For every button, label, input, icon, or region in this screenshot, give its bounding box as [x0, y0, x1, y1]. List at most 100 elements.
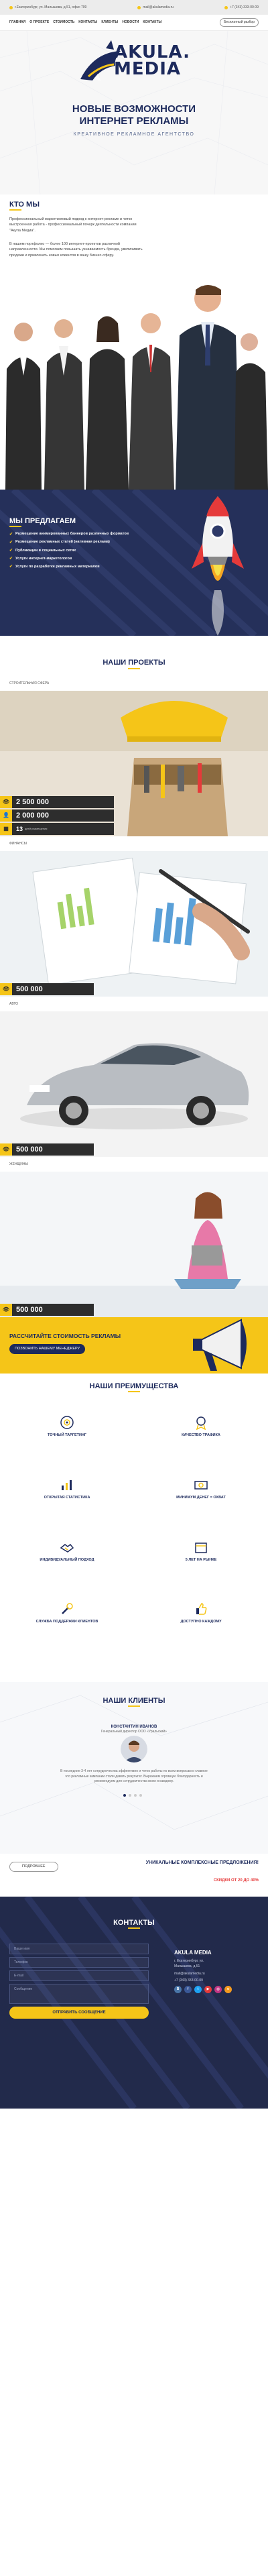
project-4-label: Женщины: [9, 1162, 28, 1166]
vk-icon[interactable]: B: [174, 1986, 182, 1993]
offer-item-text: Размещение анимированных баннеров различ…: [15, 532, 129, 537]
project-2-image: [0, 851, 268, 997]
advantage-label: Служба поддержки клиентов: [36, 1620, 98, 1624]
message-field[interactable]: Сообщение: [9, 1984, 149, 2004]
about-paragraph-2: В нашем портфолио — более 100 интернет-п…: [9, 242, 143, 258]
topbar-phone[interactable]: +7 (343) 333-00-09: [224, 5, 259, 10]
project-2-stats: 👁 500 000: [0, 983, 94, 997]
odnoklassniki-icon[interactable]: o: [224, 1986, 232, 1993]
clients-title: НАШИ КЛИЕНТЫ: [103, 1697, 165, 1705]
topbar-phone-text[interactable]: +7 (343) 333-00-09: [230, 5, 259, 10]
carousel-dot[interactable]: [139, 1794, 142, 1797]
cta-call-button[interactable]: Позвонить нашему Менеджеру: [9, 1344, 86, 1355]
clients-title-underline: [128, 1705, 140, 1707]
check-icon: ✔: [9, 557, 13, 561]
stat-views-value: 2 500 000: [16, 797, 49, 806]
stat-views: 👁 500 000: [0, 1143, 94, 1156]
offer-item: ✔ Услуги интернет-маркетологов: [9, 556, 129, 561]
location-icon: [9, 5, 13, 9]
check-icon: ✔: [9, 549, 13, 553]
hero-title-line-2: ИНТЕРНЕТ РЕКЛАМЫ: [79, 115, 189, 127]
calendar-icon: [195, 1543, 207, 1553]
advantage-item: Минимум денег = охват: [147, 1477, 255, 1500]
stat-views: 👁 500 000: [0, 1304, 94, 1316]
contact-phone[interactable]: +7 (343) 333-00-09: [174, 1978, 203, 1983]
nav-item-price[interactable]: Стоимость: [53, 20, 74, 25]
project-1-card[interactable]: 👁 2 500 000 👤 2 000 000 ▦ 13 дней размещения: [0, 691, 268, 836]
topbar-email-text[interactable]: mail@akulamedia.ru: [143, 5, 174, 10]
about-paragraph-1: Профессиональный маркетинговый подход к …: [9, 217, 137, 233]
clients-section: НАШИ КЛИЕНТЫ Константин Иванов Генеральн…: [0, 1682, 268, 1897]
main-nav: Главная О проекте Стоимость Контакты Кли…: [0, 15, 268, 31]
twitter-icon[interactable]: t: [194, 1986, 202, 1993]
topbar-email[interactable]: mail@akulamedia.ru: [137, 5, 174, 10]
project-2-card[interactable]: 👁 500 000: [0, 851, 268, 997]
logo-line-1: AKULA.: [114, 42, 190, 62]
eye-icon: 👁: [0, 983, 12, 995]
carousel-dot[interactable]: [129, 1794, 131, 1797]
promo-title: Уникальные комплексные предложения!: [145, 1860, 259, 1865]
client-testimonial: В последние 3-4 лет сотрудничества эффек…: [60, 1769, 208, 1783]
nav-item-home[interactable]: Главная: [9, 20, 25, 25]
advantage-label: Открытая статистика: [44, 1496, 90, 1500]
project-3-card[interactable]: 👁 500 000: [0, 1011, 268, 1157]
facebook-icon[interactable]: f: [184, 1986, 192, 1993]
offer-item: ✔ Размещение рекламных статей (нативная р…: [9, 540, 129, 545]
advantages-section: НАШИ ПРЕИМУЩЕСТВА Точный таргетинг Качес…: [0, 1374, 268, 1682]
name-field[interactable]: Ваше имя: [9, 1944, 149, 1954]
offer-item: ✔ Услуги по разработке рекламных материал…: [9, 564, 129, 569]
thumbs-up-icon: [196, 1603, 207, 1615]
nav-item-news[interactable]: Новости: [122, 20, 139, 25]
hero: AKULA. MEDIA НОВЫЕ ВОЗМОЖНОСТИ ИНТЕРНЕТ …: [0, 31, 268, 194]
cta-title: РАССЧИТАЙТЕ СТОИМОСТЬ РЕКЛАМЫ: [9, 1333, 121, 1339]
projects-section-header: НАШИ ПРОЕКТЫ: [0, 636, 268, 676]
advantage-label: Минимум денег = охват: [176, 1496, 226, 1500]
handshake-icon: [60, 1543, 74, 1553]
nav-cta-button[interactable]: Бесплатный разбор: [220, 18, 259, 27]
rocket-icon: [192, 496, 244, 636]
logo-text[interactable]: AKULA. MEDIA: [114, 44, 190, 77]
hero-subtitle: Креативное рекламное агентство: [73, 132, 195, 137]
phone-field[interactable]: Телефон: [9, 1957, 149, 1968]
project-1-label: Строительная сфера: [9, 681, 50, 685]
advantage-item: Открытая статистика: [13, 1477, 121, 1500]
submit-button[interactable]: Отправить сообщение: [9, 2007, 149, 2019]
carousel-dot[interactable]: [134, 1794, 137, 1797]
contacts-title-underline: [128, 1927, 140, 1929]
avatar: [121, 1736, 147, 1762]
stat-views-value: 500 000: [16, 1305, 43, 1314]
contact-email[interactable]: mail@akulamedia.ru: [174, 1972, 205, 1976]
advantage-item: 5 лет на рынке: [147, 1540, 255, 1563]
contact-address-line-2: Малышева, д.51: [174, 1964, 200, 1968]
nav-item-clients[interactable]: Клиенты: [101, 20, 118, 25]
hero-title-line-1: НОВЫЕ ВОЗМОЖНОСТИ: [72, 103, 196, 115]
stat-days: ▦ 13 дней размещения: [0, 823, 114, 835]
about-title-underline: [9, 209, 21, 211]
team-photo: [5, 285, 268, 490]
promo-discount: Скидки от 20 до 40%: [213, 1879, 259, 1883]
carousel-dot[interactable]: [123, 1794, 126, 1797]
youtube-icon[interactable]: ▶: [204, 1986, 212, 1993]
offer-item-text: Услуги интернет-маркетологов: [15, 556, 72, 561]
advantage-label: 5 лет на рынке: [185, 1558, 217, 1562]
stat-views: 👁 2 500 000: [0, 796, 114, 808]
offer-item-text: Публикации в социальных сетях: [15, 548, 76, 553]
contact-address-line-1: г. Екатеринбург, ул.: [174, 1959, 204, 1963]
nav-item-about[interactable]: О проекте: [29, 20, 49, 25]
nav-item-contacts[interactable]: Контакты: [78, 20, 97, 25]
email-field[interactable]: E-mail: [9, 1970, 149, 1981]
nav-item-contacts-2[interactable]: Контакты: [143, 20, 161, 25]
stat-days-label: дней размещения: [25, 827, 48, 831]
user-icon: 👤: [0, 809, 12, 822]
contacts-section: КОНТАКТЫ Ваше имя Телефон E-mail Сообщен…: [0, 1897, 268, 2109]
advantages-title-underline: [128, 1391, 140, 1392]
offer-item-text: Размещение рекламных статей (нативная ре…: [15, 540, 110, 545]
medal-icon: [196, 1416, 206, 1430]
check-icon: ✔: [9, 533, 13, 537]
project-4-stats: 👁 500 000: [0, 1304, 94, 1317]
instagram-icon[interactable]: ◎: [214, 1986, 222, 1993]
promo-more-button[interactable]: Подробнее: [9, 1862, 58, 1872]
stat-users-value: 2 000 000: [16, 811, 49, 820]
project-4-card[interactable]: 👁 500 000: [0, 1172, 268, 1317]
offer-item-text: Услуги по разработке рекламных материало…: [15, 564, 100, 569]
